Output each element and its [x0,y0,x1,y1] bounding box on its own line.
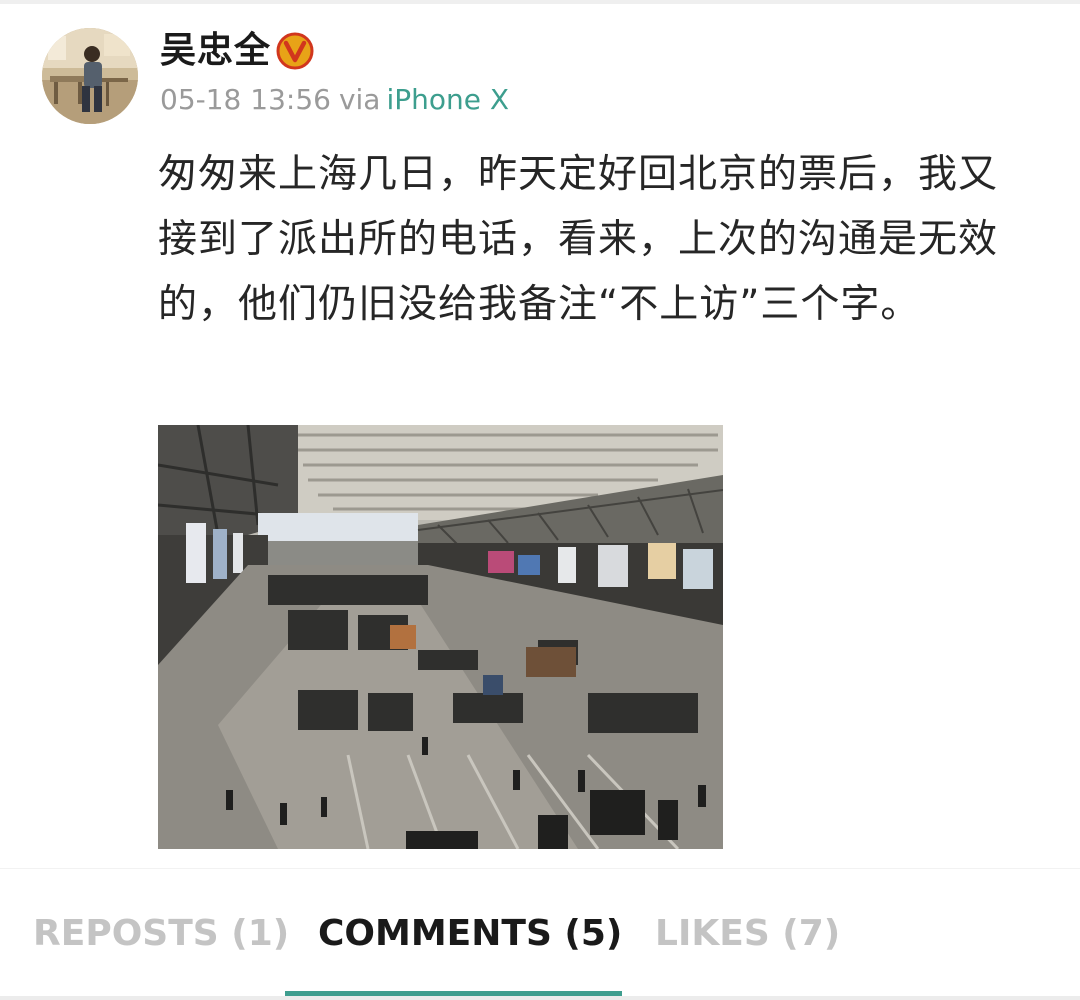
post-photo[interactable] [158,425,723,849]
tab-reposts[interactable]: REPOSTS (1) [33,909,289,959]
top-divider [0,0,1080,4]
avatar-image [42,28,138,124]
via-label: via [338,83,381,116]
author-name[interactable]: 吴忠全 [160,28,271,74]
post-meta: 05-18 13:56 via iPhone X [160,80,509,120]
station-hall-image [158,425,723,849]
tab-likes[interactable]: LIKES (7) [655,909,840,959]
post-body-text: 匆匆来上海几日，昨天定好回北京的票后，我又接到了派出所的电话，看来，上次的沟通是… [158,152,999,327]
verified-v-icon [276,32,314,70]
bottom-divider [0,996,1080,1000]
tab-bar: REPOSTS (1) COMMENTS (5) LIKES (7) [0,868,1080,1000]
avatar[interactable] [42,28,138,124]
weibo-post-page: 吴忠全 05-18 13:56 via iPhone X 匆匆来上海几日，昨天定好回… [0,0,1080,1000]
device-link[interactable]: iPhone X [386,83,509,116]
post-timestamp: 05-18 13:56 [160,83,331,116]
tab-comments[interactable]: COMMENTS (5) [318,909,622,959]
